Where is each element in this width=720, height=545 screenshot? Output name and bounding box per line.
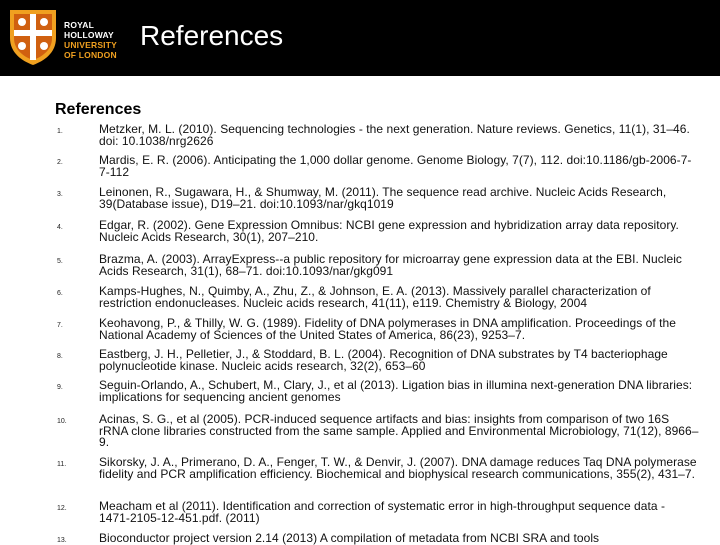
reference-text: Seguin-Orlando, A., Schubert, M., Clary,… xyxy=(99,378,693,404)
logo-line-4: OF LONDON xyxy=(64,50,117,60)
section-title: References xyxy=(55,101,142,118)
reference-number: 11. xyxy=(57,461,67,468)
reference-text: Sikorsky, J. A., Primerano, D. A., Fenge… xyxy=(99,455,697,481)
reference-text: Mardis, E. R. (2006). Anticipating the 1… xyxy=(99,153,692,179)
reference-text: Metzker, M. L. (2010). Sequencing techno… xyxy=(99,122,690,148)
logo-line-1: ROYAL xyxy=(64,20,94,30)
reference-text: Meacham et al (2011). Identification and… xyxy=(99,499,666,525)
reference-text: Edgar, R. (2002). Gene Expression Omnibu… xyxy=(99,218,679,244)
logo-line-3: UNIVERSITY xyxy=(64,40,118,50)
reference-text: Bioconductor project version 2.14 (2013)… xyxy=(99,531,600,545)
logo-wordmark: ROYAL HOLLOWAY UNIVERSITY OF LONDON xyxy=(64,20,117,60)
reference-number: 13. xyxy=(57,537,67,544)
reference-number: 3. xyxy=(57,191,63,198)
reference-number: 2. xyxy=(57,159,63,166)
reference-number: 12. xyxy=(57,505,67,512)
university-logo: ROYAL HOLLOWAY UNIVERSITY OF LONDON xyxy=(8,8,117,66)
reference-text: Brazma, A. (2003). ArrayExpress--a publi… xyxy=(99,252,682,278)
reference-number: 8. xyxy=(57,353,63,360)
reference-number: 10. xyxy=(57,418,67,425)
reference-text: Acinas, S. G., et al (2005). PCR-induced… xyxy=(99,412,699,449)
reference-text: Eastberg, J. H., Pelletier, J., & Stodda… xyxy=(99,347,668,373)
reference-text: Kamps-Hughes, N., Quimby, A., Zhu, Z., &… xyxy=(99,284,651,310)
slide-header: ROYAL HOLLOWAY UNIVERSITY OF LONDON Refe… xyxy=(0,0,720,76)
reference-number: 9. xyxy=(57,384,63,391)
reference-number: 5. xyxy=(57,258,63,265)
reference-number: 7. xyxy=(57,322,63,329)
slide-title: References xyxy=(140,20,284,51)
reference-number: 1. xyxy=(57,128,63,135)
logo-line-2: HOLLOWAY xyxy=(64,30,114,40)
reference-text: Leinonen, R., Sugawara, H., & Shumway, M… xyxy=(99,185,667,211)
reference-number: 6. xyxy=(57,290,63,297)
reference-number: 4. xyxy=(57,224,63,231)
crest-icon xyxy=(10,10,56,65)
reference-text: Keohavong, P., & Thilly, W. G. (1989). F… xyxy=(99,316,676,342)
